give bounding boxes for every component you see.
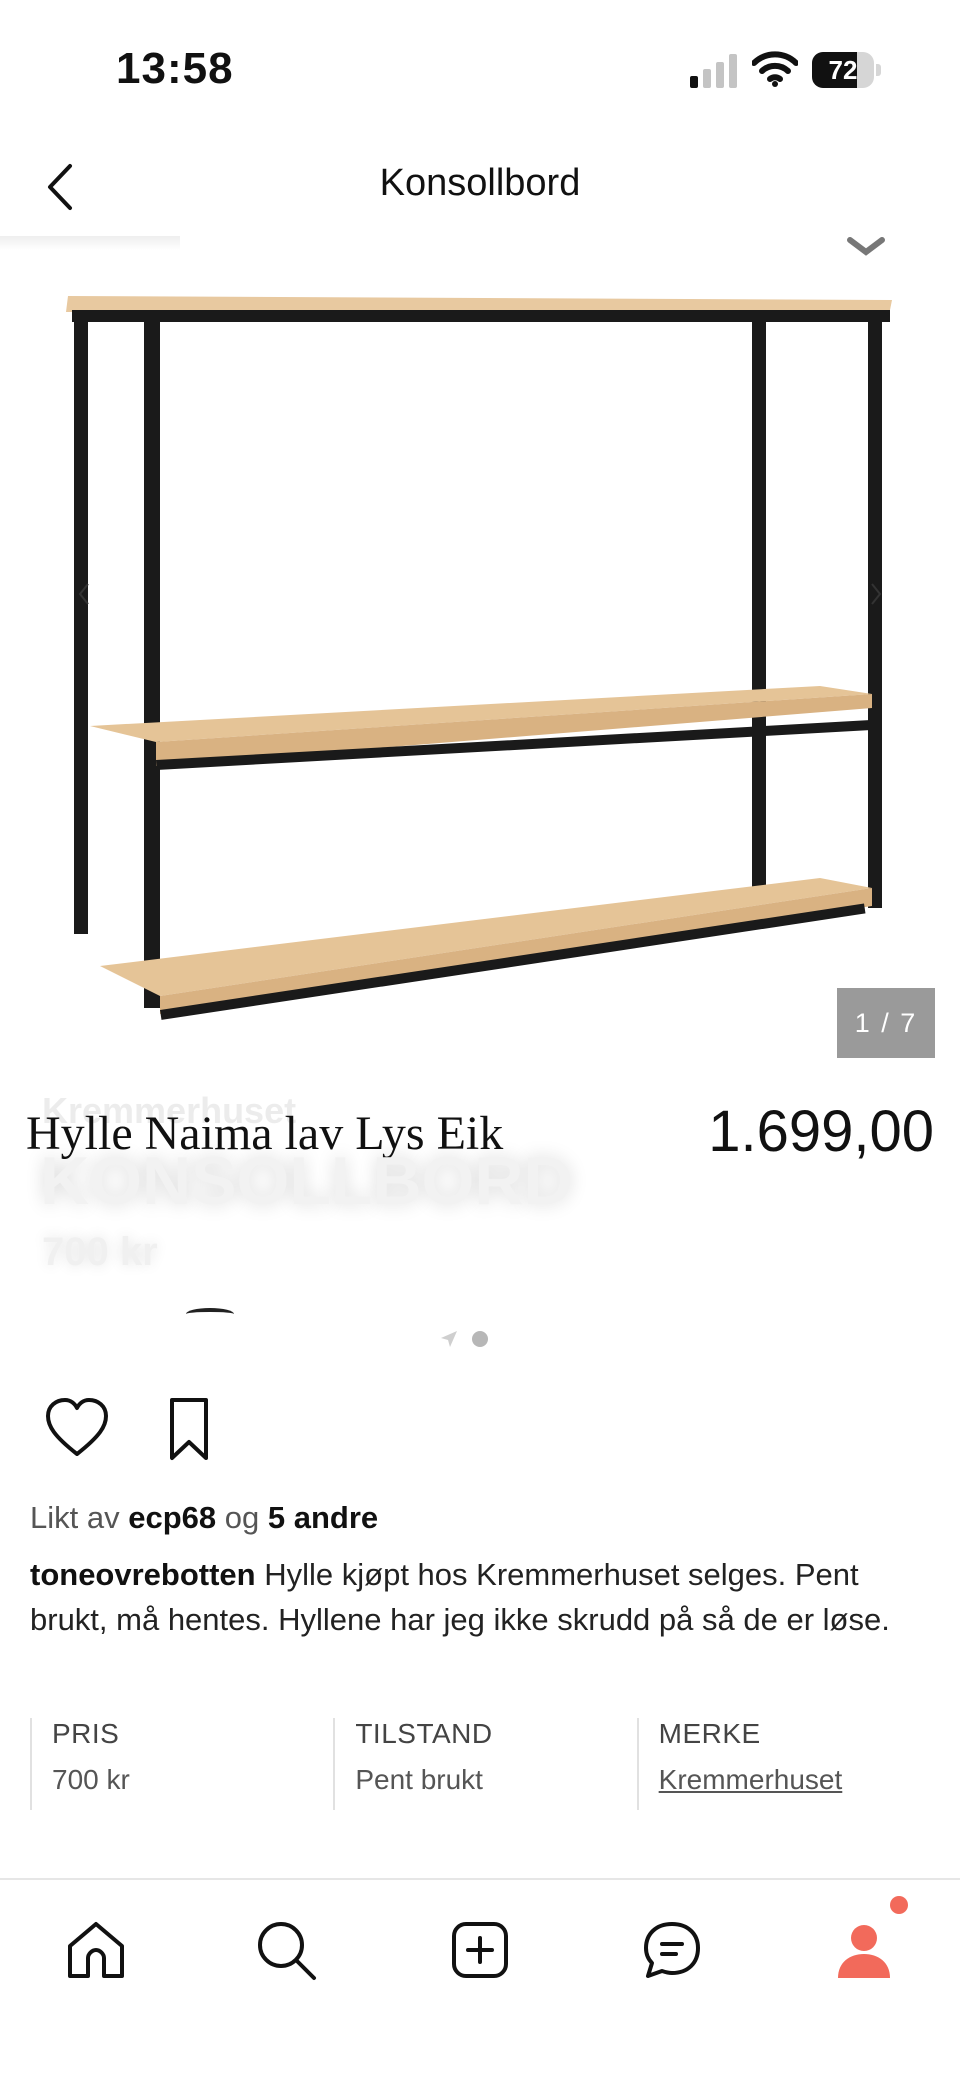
page-title: Konsollbord — [379, 162, 581, 204]
ghost-title-text: KONSOLLBORD — [40, 1143, 573, 1219]
liked-by-others[interactable]: 5 andre — [268, 1500, 378, 1535]
product-price: 1.699,00 — [708, 1099, 934, 1164]
heart-icon[interactable] — [44, 1396, 110, 1462]
detail-value: 700 kr — [52, 1764, 130, 1795]
top-shadow — [0, 236, 180, 250]
bottom-tab-bar — [0, 1878, 960, 2081]
search-icon — [258, 1922, 316, 1980]
ghost-arc — [186, 1308, 234, 1320]
chevron-down-icon — [847, 237, 885, 256]
post-description: toneovrebotten Hylle kjøpt hos Kremmerhu… — [30, 1552, 940, 1642]
bookmark-icon[interactable] — [156, 1396, 222, 1462]
profile-icon — [838, 1925, 890, 1978]
likes-connector: og — [224, 1500, 260, 1535]
carousel-pagination — [440, 1330, 488, 1348]
pagination-dot[interactable] — [472, 1331, 488, 1347]
detail-label: MERKE — [658, 1718, 761, 1749]
home-icon — [68, 1922, 124, 1978]
battery-tip — [876, 64, 881, 76]
carousel-prev-icon[interactable] — [78, 582, 90, 606]
carousel-next-icon[interactable] — [870, 582, 882, 606]
likes-prefix: Likt av — [30, 1500, 120, 1535]
tab-messages[interactable] — [632, 1910, 712, 1990]
status-time: 13:58 — [116, 44, 234, 93]
wifi-icon — [752, 51, 798, 87]
liked-by-user[interactable]: ecp68 — [128, 1500, 216, 1535]
tab-profile[interactable] — [824, 1910, 904, 1990]
action-row — [44, 1396, 344, 1466]
product-image-carousel[interactable]: 1 / 7 Kremmerhuset Hylle Naima lav Lys E… — [0, 236, 960, 1326]
detail-value: Pent brukt — [355, 1764, 483, 1795]
ghost-price-text: 700 kr — [42, 1230, 158, 1274]
detail-brand: MERKE Kremmerhuset — [636, 1718, 940, 1810]
tab-search[interactable] — [246, 1910, 326, 1990]
image-counter: 1 / 7 — [837, 988, 935, 1058]
battery-indicator: 72 — [812, 52, 881, 88]
likes-summary: Likt av ecp68 og 5 andre — [30, 1500, 378, 1536]
detail-label: TILSTAND — [355, 1718, 493, 1749]
detail-label: PRIS — [52, 1718, 120, 1749]
tab-home[interactable] — [56, 1910, 136, 1990]
add-icon — [452, 1922, 508, 1978]
brand-link[interactable]: Kremmerhuset — [659, 1764, 940, 1796]
location-arrow-icon — [441, 1331, 457, 1347]
detail-condition: TILSTAND Pent brukt — [333, 1718, 636, 1810]
notification-dot — [890, 1896, 908, 1914]
battery-body: 72 — [812, 52, 874, 88]
detail-price: PRIS 700 kr — [30, 1718, 333, 1810]
details-row: PRIS 700 kr TILSTAND Pent brukt MERKE Kr… — [30, 1718, 940, 1810]
status-bar: 13:58 72 — [0, 0, 960, 140]
messages-icon — [644, 1922, 700, 1978]
battery-level: 72 — [828, 55, 858, 85]
nav-header: Konsollbord — [0, 140, 960, 236]
tab-add[interactable] — [440, 1910, 520, 1990]
post-author[interactable]: toneovrebotten — [30, 1557, 256, 1592]
cellular-signal-icon — [690, 54, 737, 88]
